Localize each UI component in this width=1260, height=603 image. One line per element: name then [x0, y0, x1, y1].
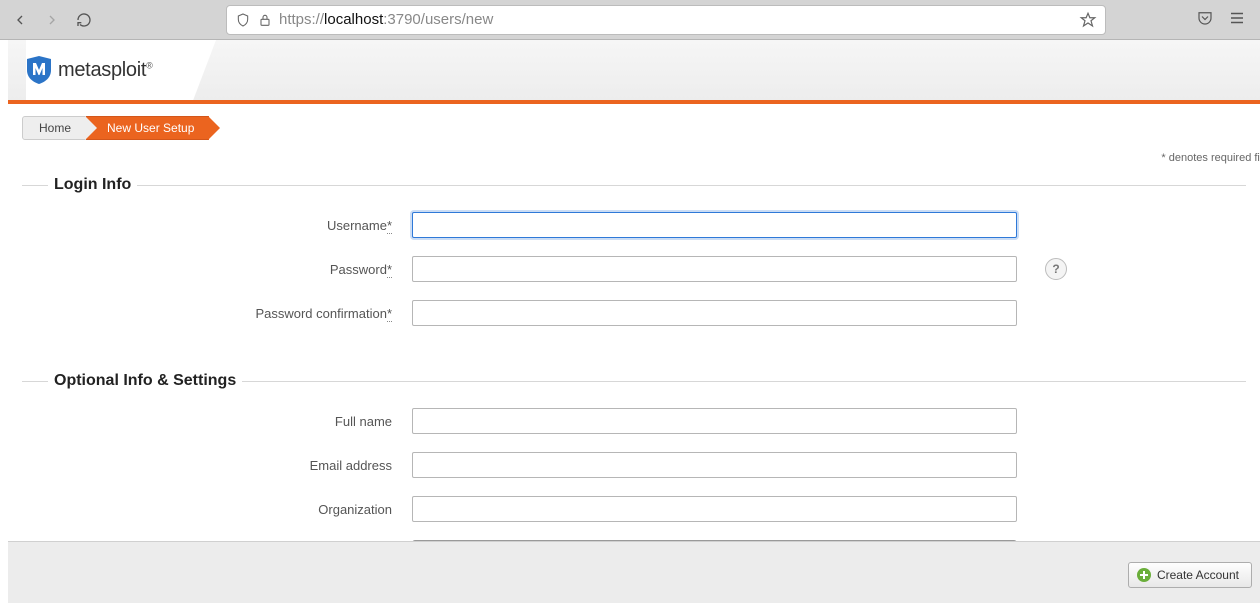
breadcrumb-current[interactable]: New User Setup: [84, 116, 209, 140]
logo-text: metasploit®: [58, 59, 153, 82]
browser-right-controls: [1196, 9, 1250, 30]
plus-icon: [1137, 568, 1151, 582]
lock-icon: [257, 12, 273, 28]
required-note: * denotes required fie: [8, 152, 1260, 170]
reload-button[interactable]: [74, 10, 94, 30]
create-account-button[interactable]: Create Account: [1128, 562, 1252, 588]
breadcrumb: Home New User Setup: [8, 104, 1260, 152]
fullname-input[interactable]: [412, 408, 1017, 434]
app-header: metasploit®: [8, 40, 1260, 100]
breadcrumb-home[interactable]: Home: [22, 116, 86, 140]
password-help-icon[interactable]: ?: [1045, 258, 1067, 280]
pocket-icon[interactable]: [1196, 9, 1214, 30]
organization-label: Organization: [22, 502, 412, 517]
create-account-label: Create Account: [1157, 568, 1239, 582]
fullname-label: Full name: [22, 414, 412, 429]
password-confirmation-label: Password confirmation*: [22, 306, 412, 321]
metasploit-logo[interactable]: metasploit®: [26, 55, 153, 85]
shield-icon: [235, 12, 251, 28]
password-input[interactable]: [412, 256, 1017, 282]
login-info-legend: Login Info: [48, 176, 137, 194]
email-label: Email address: [22, 458, 412, 473]
password-label: Password*: [22, 262, 412, 277]
url-text: https://localhost:3790/users/new: [279, 11, 1073, 28]
address-bar[interactable]: https://localhost:3790/users/new: [226, 5, 1106, 35]
footer-action-bar: Create Account: [8, 541, 1260, 603]
login-info-section: Login Info Username* Password* ? Passwor…: [22, 176, 1246, 344]
menu-icon[interactable]: [1228, 9, 1246, 30]
forward-button[interactable]: [42, 10, 62, 30]
back-button[interactable]: [10, 10, 30, 30]
browser-toolbar: https://localhost:3790/users/new: [0, 0, 1260, 40]
organization-input[interactable]: [412, 496, 1017, 522]
email-input[interactable]: [412, 452, 1017, 478]
bookmark-star-icon[interactable]: [1079, 11, 1097, 29]
username-label: Username*: [22, 218, 412, 233]
page-viewport: metasploit® Home New User Setup * denote…: [0, 40, 1260, 603]
optional-info-legend: Optional Info & Settings: [48, 372, 242, 390]
password-confirmation-input[interactable]: [412, 300, 1017, 326]
logo-shield-icon: [26, 55, 52, 85]
username-input[interactable]: [412, 212, 1017, 238]
